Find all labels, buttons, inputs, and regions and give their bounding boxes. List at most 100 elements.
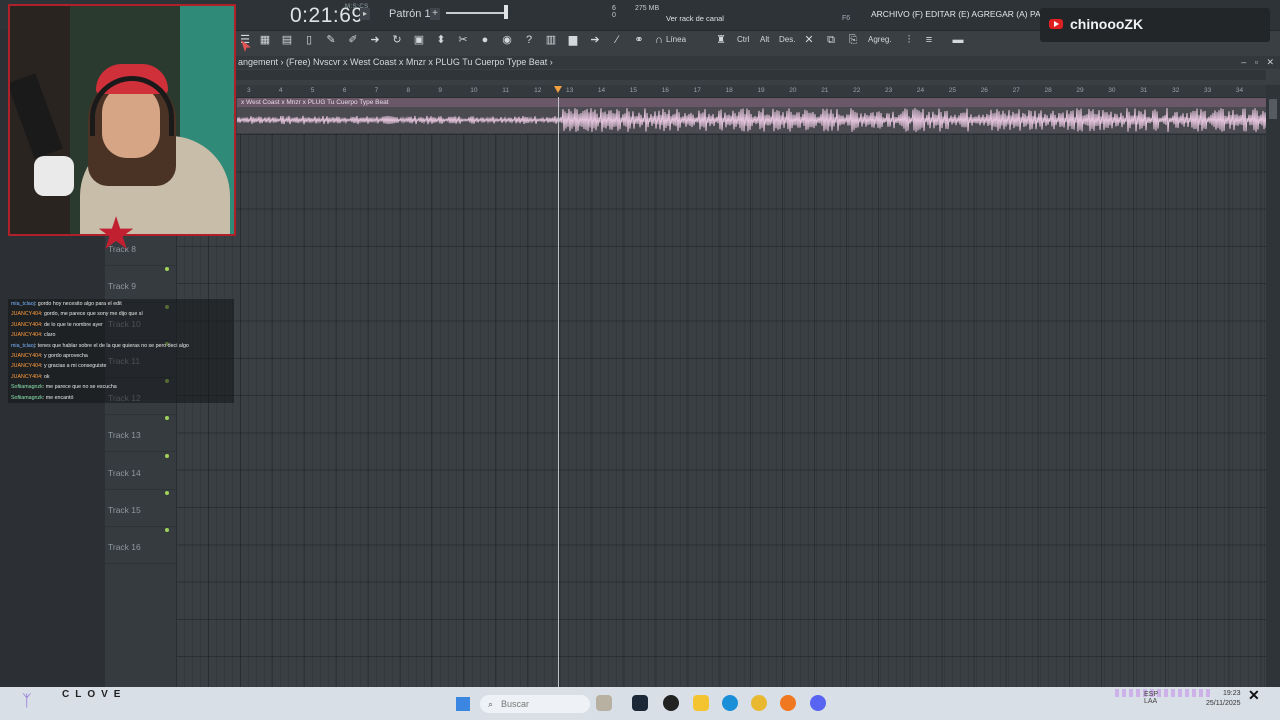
horizontal-scrollbar[interactable] xyxy=(236,70,1266,80)
ruler-number: 16 xyxy=(661,87,669,94)
chat-text: : y gordo aprovecha xyxy=(41,353,88,359)
ctrl-toggle[interactable]: Ctrl xyxy=(737,35,749,44)
track-header[interactable]: Track 13 xyxy=(105,414,176,453)
snap-selector[interactable]: Línea xyxy=(666,35,686,44)
search-icon: ⌕ xyxy=(488,699,494,709)
channel-name: chinoooZK xyxy=(1070,16,1144,32)
stamp-icon[interactable]: ♜ xyxy=(712,32,730,48)
song-time-display[interactable]: 0:21:69 M:S:CS xyxy=(290,4,368,28)
widgets-icon[interactable] xyxy=(596,695,612,711)
track-label: Track 13 xyxy=(108,430,141,441)
chat-text: : y gracias a mi conseguiste xyxy=(41,363,107,370)
ruler-number: 17 xyxy=(693,87,701,94)
system-tray[interactable]: ESP LAA xyxy=(1100,691,1158,705)
star-logo-icon: ★ xyxy=(98,212,134,256)
chat-icon[interactable]: ◉ xyxy=(498,32,516,48)
obs-icon[interactable] xyxy=(663,695,679,711)
file-explorer-icon[interactable] xyxy=(693,695,709,711)
ruler-number: 13 xyxy=(566,87,574,94)
master-volume-slider[interactable] xyxy=(446,12,508,14)
piano-roll-icon[interactable]: ▤ xyxy=(278,32,296,48)
ruler-number: 6 xyxy=(342,87,347,94)
master-volume-knob[interactable] xyxy=(504,5,508,19)
ruler-number: 15 xyxy=(629,87,638,94)
track-mute-led-icon[interactable] xyxy=(165,528,169,533)
audio-clip-header[interactable]: x West Coast x Mnzr x PLUG Tu Cuerpo Typ… xyxy=(237,98,1266,107)
brush-icon[interactable]: ✐ xyxy=(344,32,362,48)
browser-icon[interactable]: ▥ xyxy=(542,32,560,48)
windows-start-icon[interactable] xyxy=(456,697,470,711)
pattern-selector-arrow[interactable]: ▸ xyxy=(360,8,370,20)
playhead-marker-icon[interactable] xyxy=(554,86,562,93)
pattern-selector[interactable]: Patrón 1 xyxy=(389,8,431,20)
chat-message: JUANCY404: gordo, me parece que sony me … xyxy=(11,311,143,317)
paste-icon[interactable]: ⎘ xyxy=(844,32,862,48)
file-icon[interactable]: ▯ xyxy=(300,32,318,48)
plugin-icon[interactable]: ⬍ xyxy=(432,32,450,48)
minimize-icon[interactable]: – xyxy=(1241,57,1246,67)
ruler-number: 4 xyxy=(278,87,283,94)
add-button[interactable]: Agreg. xyxy=(868,35,892,44)
chat-message: JUANCY404: y gracias a mi conseguiste xyxy=(11,363,106,369)
add-pattern-button[interactable]: + xyxy=(430,8,440,20)
playlist-grid[interactable] xyxy=(176,134,1266,687)
slice-icon[interactable]: ⁄ xyxy=(608,32,626,48)
track-mute-led-icon[interactable] xyxy=(165,491,169,495)
copy-icon[interactable]: ⧉ xyxy=(822,32,840,48)
playlist-toolbar: ☰ ▦ ▤ ▯ ✎ ✐ ➜ ↻ ▣ ⬍ ✂ ● ◉ ? ▥ ▆ ➔ ⁄ ⚭ ∩ … xyxy=(236,30,1036,50)
track-label: Track 9 xyxy=(108,281,137,292)
chat-text: : gordo hoy necesito algo para el edit xyxy=(34,301,122,307)
track-header[interactable]: Track 16 xyxy=(105,526,176,565)
delete-icon[interactable]: ✕ xyxy=(800,32,818,48)
chrome-icon[interactable] xyxy=(751,695,767,711)
chat-username: JUANCY404 xyxy=(11,353,42,359)
chat-text: : ok xyxy=(41,373,50,380)
cpu-meter: 60 xyxy=(612,5,616,19)
save-icon[interactable]: ▣ xyxy=(410,32,428,48)
discord-icon[interactable] xyxy=(810,695,826,711)
stream-channel-overlay: chinoooZK xyxy=(1040,8,1270,42)
ruler-number: 7 xyxy=(374,87,379,94)
chat-message: mia_tclaoj: tenes que hablar sobre el de… xyxy=(11,343,189,349)
ruler-number: 25 xyxy=(948,87,957,94)
vertical-scrollbar[interactable] xyxy=(1266,85,1280,687)
maximize-icon[interactable]: ▫ xyxy=(1255,57,1258,67)
link-icon[interactable]: ⚭ xyxy=(630,32,648,48)
track-mute-led-icon[interactable] xyxy=(165,416,169,421)
track-header[interactable]: Track 15 xyxy=(105,489,176,527)
taskbar-clock[interactable]: 19:23 25/11/2025 xyxy=(1206,689,1241,709)
help-icon[interactable]: ? xyxy=(520,32,538,48)
chat-message: JUANCY404: y gordo aprovecha xyxy=(11,353,88,359)
playhead-line xyxy=(558,97,559,687)
close-x-icon[interactable]: ✕ xyxy=(1248,687,1260,704)
loop-icon[interactable]: ↻ xyxy=(388,32,406,48)
ruler-number: 8 xyxy=(406,87,411,94)
cut-icon[interactable]: ✂ xyxy=(454,32,472,48)
close-icon[interactable]: ✕ xyxy=(1266,57,1274,67)
alt-toggle[interactable]: Alt xyxy=(760,35,769,44)
fader-icon[interactable]: ⫶ xyxy=(900,32,918,48)
chat-username: JUANCY404 xyxy=(11,363,42,370)
ruler-number: 34 xyxy=(1235,87,1244,94)
arrow-right-icon[interactable]: ➜ xyxy=(366,32,384,48)
audio-clip-waveform[interactable] xyxy=(237,107,1266,133)
list-icon[interactable]: ≡ xyxy=(920,32,938,48)
steam-icon[interactable] xyxy=(632,695,648,711)
microphone-icon[interactable]: ● xyxy=(476,32,494,48)
scroll-thumb[interactable] xyxy=(1269,99,1277,119)
keyboard-icon[interactable]: ▆ xyxy=(564,32,582,48)
taskbar-search[interactable]: ⌕ Buscar xyxy=(480,695,590,713)
chat-message: JUANCY404: ok xyxy=(11,374,50,380)
play-arrow-icon[interactable]: ➔ xyxy=(586,32,604,48)
timeline-ruler[interactable]: 3 4 5 6 7 8 9 10 11 12 13 14 15 16 17 18 19 20 21 22 23 24 25 2… xyxy=(236,85,1266,98)
mixer-icon[interactable]: ▦ xyxy=(256,32,274,48)
track-label: Track 16 xyxy=(108,542,141,553)
undo-button[interactable]: Des. xyxy=(779,35,795,44)
edge-icon[interactable] xyxy=(722,695,738,711)
pencil-icon[interactable]: ✎ xyxy=(322,32,340,48)
track-header[interactable]: Track 14 xyxy=(105,452,176,490)
fl-studio-icon[interactable] xyxy=(780,695,796,711)
track-mute-led-icon[interactable] xyxy=(165,267,169,272)
track-header[interactable]: Track 9 xyxy=(105,265,176,304)
track-mute-led-icon[interactable] xyxy=(165,453,169,458)
